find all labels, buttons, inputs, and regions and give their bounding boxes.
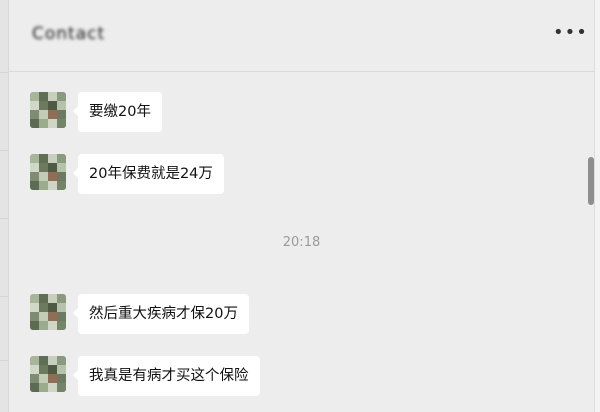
message-list[interactable]: 要缴20年 20年保费就是24万 20:18 然后重大疾病才保20万 我真是有病… [9, 72, 594, 412]
list-divider [0, 296, 8, 297]
chat-window: Contact ••• 要缴20年 20年保费就是24万 20:18 然后重大疾… [9, 0, 594, 412]
more-options-button[interactable]: ••• [553, 24, 587, 42]
list-divider [0, 72, 8, 73]
message-bubble[interactable]: 然后重大疾病才保20万 [73, 294, 249, 334]
conversation-list-edge [0, 0, 9, 412]
more-horizontal-icon: ••• [553, 22, 588, 43]
avatar[interactable] [30, 294, 66, 330]
message-bubble[interactable]: 我真是有病才买这个保险 [73, 356, 260, 396]
avatar[interactable] [30, 154, 66, 190]
chat-header: Contact ••• [9, 0, 594, 72]
avatar[interactable] [30, 92, 66, 128]
list-divider [0, 150, 8, 151]
avatar[interactable] [30, 356, 66, 392]
list-divider [0, 360, 8, 361]
message-bubble[interactable]: 20年保费就是24万 [73, 154, 224, 194]
window-edge [594, 0, 600, 412]
list-divider [0, 218, 8, 219]
message-bubble[interactable]: 要缴20年 [73, 92, 162, 132]
message-timestamp: 20:18 [282, 235, 321, 250]
chat-title: Contact [32, 24, 106, 44]
